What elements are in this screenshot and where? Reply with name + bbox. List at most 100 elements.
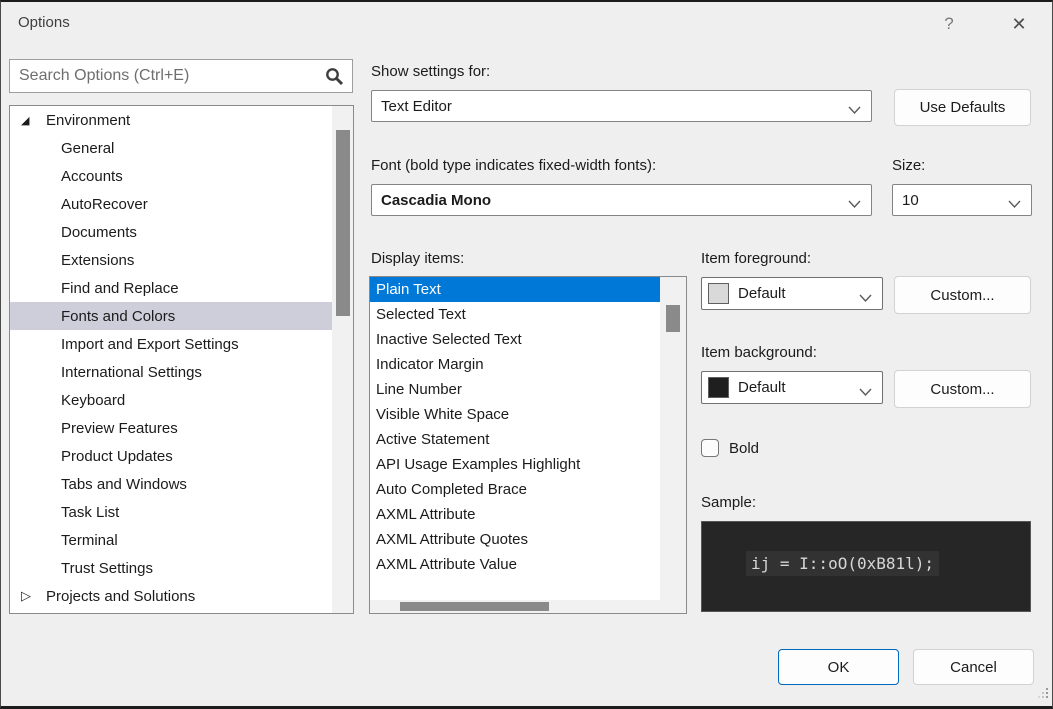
tree-item-label: Keyboard	[61, 391, 126, 409]
tree-item[interactable]: Fonts and Colors	[10, 302, 332, 330]
tree-item-label: Tabs and Windows	[61, 475, 187, 493]
chevron-down-icon[interactable]	[848, 196, 861, 214]
search-box[interactable]	[9, 59, 353, 93]
list-hscrollbar-track[interactable]	[370, 600, 660, 613]
options-dialog: Options ? ✕ ◢Environment General Accounts A…	[0, 0, 1053, 709]
expander-collapsed-icon[interactable]: ▷	[21, 588, 46, 604]
display-items-label: Display items:	[371, 250, 465, 267]
display-item[interactable]: API Usage Examples Highlight	[370, 452, 660, 477]
bold-checkbox[interactable]	[701, 439, 719, 457]
tree-item-label: Environment	[46, 111, 131, 129]
item-foreground-combobox[interactable]: Default	[701, 277, 883, 310]
display-item-label: Auto Completed Brace	[376, 481, 527, 498]
display-item[interactable]: Auto Completed Brace	[370, 477, 660, 502]
display-item[interactable]: AXML Attribute Quotes	[370, 527, 660, 552]
resize-grip-icon[interactable]	[1037, 686, 1049, 704]
custom-foreground-button[interactable]: Custom...	[894, 276, 1031, 314]
dialog-title: Options	[18, 14, 70, 31]
tree-item[interactable]: Accounts	[10, 162, 332, 190]
tree-item[interactable]: Tabs and Windows	[10, 470, 332, 498]
tree-item[interactable]: Import and Export Settings	[10, 330, 332, 358]
item-background-combobox[interactable]: Default	[701, 371, 883, 404]
tree-item-label: Terminal	[61, 531, 118, 549]
sample-preview: ij = I::oO(0xB81l);	[701, 521, 1031, 612]
font-combobox[interactable]: Cascadia Mono	[371, 184, 872, 216]
tree-scrollbar-track[interactable]	[332, 106, 353, 613]
display-item-label: Indicator Margin	[376, 356, 484, 373]
show-settings-label: Show settings for:	[371, 63, 491, 80]
tree-item[interactable]: ◢ Environment	[10, 106, 332, 134]
tree-item-label: International Settings	[61, 363, 202, 381]
display-item[interactable]: AXML Attribute	[370, 502, 660, 527]
tree-item[interactable]: Keyboard	[10, 386, 332, 414]
display-item[interactable]: Line Number	[370, 377, 660, 402]
item-background-value: Default	[738, 379, 786, 396]
close-icon[interactable]: ✕	[1005, 11, 1033, 37]
size-combobox[interactable]: 10	[892, 184, 1032, 216]
tree-item-label: General	[61, 139, 115, 157]
display-item[interactable]: AXML Attribute Value	[370, 552, 660, 577]
display-item[interactable]: Plain Text	[370, 277, 660, 302]
list-hscrollbar-thumb[interactable]	[400, 602, 549, 611]
display-items-list: Plain Text Selected Text Inactive Selected…	[370, 277, 660, 577]
tree-item-label: AutoRecover	[61, 195, 148, 213]
size-value: 10	[902, 191, 919, 209]
tree-item[interactable]: Terminal	[10, 526, 332, 554]
chevron-down-icon[interactable]	[859, 290, 872, 308]
list-vscrollbar-thumb[interactable]	[666, 305, 680, 332]
environment-tree: ◢ Environment General Accounts AutoRecover Do…	[10, 106, 332, 610]
search-icon[interactable]	[325, 67, 344, 91]
tree-item[interactable]: Trust Settings	[10, 554, 332, 582]
display-item-label: AXML Attribute Quotes	[376, 531, 529, 548]
custom-background-button[interactable]: Custom...	[894, 370, 1031, 408]
use-defaults-button[interactable]: Use Defaults	[894, 89, 1031, 126]
tree-item[interactable]: Task List	[10, 498, 332, 526]
tree-item-label: Product Updates	[61, 447, 173, 465]
display-item[interactable]: Selected Text	[370, 302, 660, 327]
list-vscrollbar-track[interactable]	[660, 277, 686, 613]
tree-item-label: Preview Features	[61, 419, 178, 437]
bold-checkbox-label[interactable]: Bold	[729, 440, 759, 457]
tree-item[interactable]: AutoRecover	[10, 190, 332, 218]
item-foreground-value: Default	[738, 285, 786, 302]
display-item-label: Plain Text	[376, 281, 441, 298]
display-item[interactable]: Indicator Margin	[370, 352, 660, 377]
font-value: Cascadia Mono	[381, 191, 492, 209]
display-item-label: AXML Attribute Value	[376, 556, 517, 573]
cancel-button[interactable]: Cancel	[913, 649, 1034, 685]
expander-expanded-icon[interactable]: ◢	[21, 114, 46, 127]
tree-item-label: Accounts	[61, 167, 123, 185]
chevron-down-icon[interactable]	[1008, 196, 1021, 214]
show-settings-combobox[interactable]: Text Editor	[371, 90, 872, 122]
tree-item[interactable]: Documents	[10, 218, 332, 246]
display-item-label: Selected Text	[376, 306, 466, 323]
sample-text: ij = I::oO(0xB81l);	[746, 551, 940, 576]
display-item-label: Visible White Space	[376, 406, 510, 423]
help-icon[interactable]: ?	[937, 12, 961, 36]
item-foreground-label: Item foreground:	[701, 250, 812, 267]
tree-item[interactable]: Extensions	[10, 246, 332, 274]
display-item[interactable]: Inactive Selected Text	[370, 327, 660, 352]
tree-item-label: Find and Replace	[61, 279, 179, 297]
search-input[interactable]	[19, 62, 319, 90]
show-settings-value: Text Editor	[381, 97, 452, 115]
background-swatch	[708, 376, 729, 398]
tree-item[interactable]: General	[10, 134, 332, 162]
display-item-label: API Usage Examples Highlight	[376, 456, 581, 473]
tree-item[interactable]: Find and Replace	[10, 274, 332, 302]
chevron-down-icon[interactable]	[859, 384, 872, 402]
display-items-listbox: Plain Text Selected Text Inactive Selected…	[369, 276, 687, 614]
chevron-down-icon[interactable]	[848, 102, 861, 120]
display-item[interactable]: Active Statement	[370, 427, 660, 452]
tree-item[interactable]: ▷ Projects and Solutions	[10, 582, 332, 610]
title-bar: Options ? ✕	[1, 2, 1052, 47]
tree-item[interactable]: Preview Features	[10, 414, 332, 442]
display-item-label: Active Statement	[376, 431, 490, 448]
tree-item[interactable]: Product Updates	[10, 442, 332, 470]
ok-button[interactable]: OK	[778, 649, 899, 685]
tree-item-label: Documents	[61, 223, 137, 241]
foreground-swatch	[708, 282, 729, 304]
tree-scrollbar-thumb[interactable]	[336, 130, 350, 316]
display-item[interactable]: Visible White Space	[370, 402, 660, 427]
tree-item[interactable]: International Settings	[10, 358, 332, 386]
